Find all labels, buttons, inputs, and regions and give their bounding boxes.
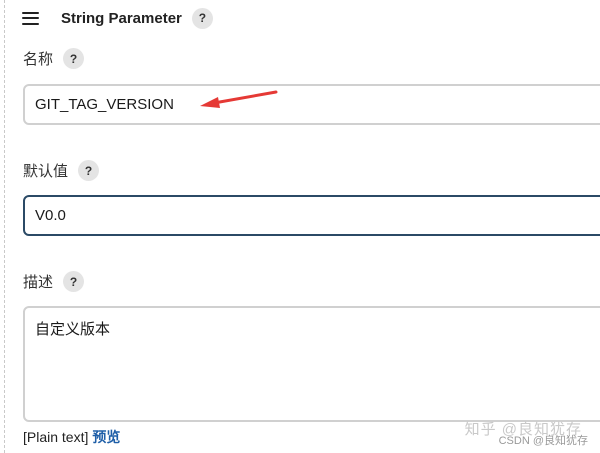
preview-link[interactable]: 预览 bbox=[92, 429, 120, 445]
section-left-border bbox=[4, 0, 5, 453]
description-label-row: 描述 ? bbox=[23, 271, 85, 292]
format-label: [Plain text] bbox=[23, 429, 89, 445]
description-textarea[interactable]: 自定义版本 bbox=[23, 306, 600, 422]
name-help-icon[interactable]: ? bbox=[63, 48, 85, 69]
name-label: 名称 bbox=[23, 51, 54, 68]
default-label-row: 默认值 ? bbox=[23, 160, 100, 181]
name-input[interactable] bbox=[23, 84, 600, 125]
annotation-arrow-icon bbox=[200, 90, 278, 108]
parameter-header: String Parameter ? bbox=[22, 6, 213, 30]
description-format-row: [Plain text] 预览 bbox=[23, 427, 120, 447]
description-help-icon[interactable]: ? bbox=[63, 271, 85, 292]
default-value-input[interactable] bbox=[23, 195, 600, 236]
description-label: 描述 bbox=[23, 274, 54, 291]
parameter-type-title: String Parameter bbox=[61, 9, 182, 27]
drag-handle-icon[interactable] bbox=[22, 11, 39, 25]
default-value-label: 默认值 bbox=[23, 163, 69, 180]
name-label-row: 名称 ? bbox=[23, 48, 85, 69]
default-help-icon[interactable]: ? bbox=[78, 160, 100, 181]
header-help-icon[interactable]: ? bbox=[191, 7, 213, 29]
csdn-watermark: CSDN @良知犹存 bbox=[498, 435, 588, 447]
